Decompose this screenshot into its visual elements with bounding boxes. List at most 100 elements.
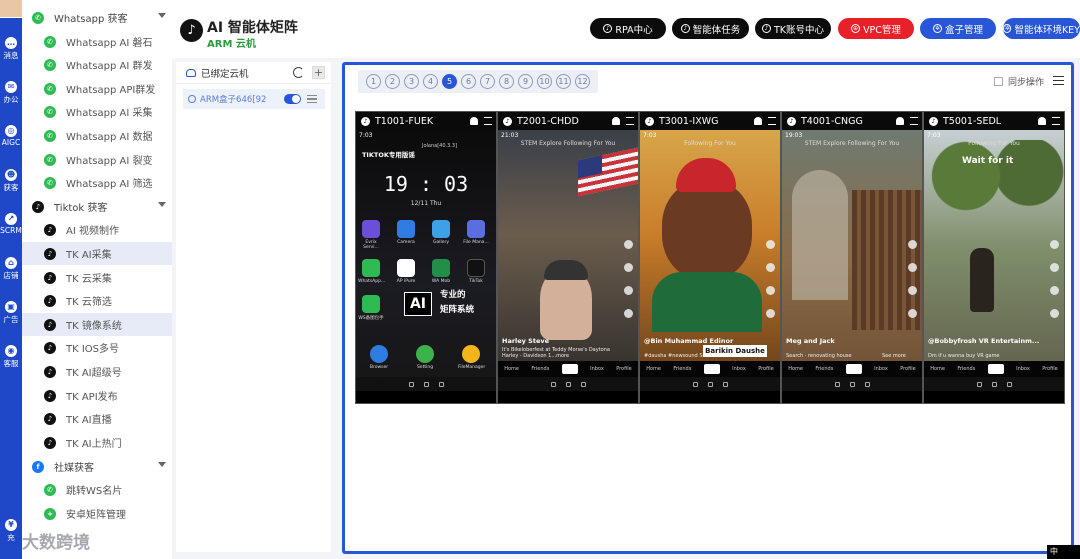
comment-icon[interactable] (766, 263, 775, 272)
menu-item-tk-8[interactable]: ♪ TK API发布 (22, 384, 172, 407)
back-icon[interactable] (834, 381, 840, 387)
menu-item-wa-2[interactable]: ✆ Whatsapp AI 群发 (22, 53, 172, 76)
back-icon[interactable] (550, 381, 556, 387)
home-icon[interactable] (423, 381, 429, 387)
menu-item-tk-10[interactable]: ♪ TK AI上热门 (22, 431, 172, 454)
app-whatsapp[interactable]: WhatsApp... (358, 259, 385, 284)
menu-item-tk-7[interactable]: ♪ TK AI超级号 (22, 360, 172, 383)
menu-item-wa-1[interactable]: ✆ Whatsapp AI 磐石 (22, 30, 172, 53)
rail-aigc[interactable]: ◎ AIGC (0, 125, 22, 147)
app-setting[interactable]: Setting (412, 345, 438, 370)
ime-indicator[interactable]: 中 (1047, 545, 1080, 559)
create-icon[interactable] (845, 364, 862, 374)
vpc-manage-button[interactable]: ⊕ VPC管理 (838, 18, 914, 39)
rail-office[interactable]: ✉ 办公 (0, 81, 22, 105)
rail-service[interactable]: ◉ 客服 (0, 345, 22, 369)
back-icon[interactable] (976, 381, 982, 387)
app-browser[interactable]: Browser (366, 345, 392, 370)
share-icon[interactable] (1050, 309, 1059, 318)
menu-item-wa-4[interactable]: ✆ Whatsapp AI 采集 (22, 100, 172, 123)
sync-checkbox[interactable] (994, 77, 1003, 86)
recents-icon[interactable] (864, 381, 870, 387)
share-icon[interactable] (908, 309, 917, 318)
menu-item-tk-4[interactable]: ♪ TK 云筛选 (22, 289, 172, 312)
back-icon[interactable] (408, 381, 414, 387)
like-icon[interactable] (766, 240, 775, 249)
like-icon[interactable] (624, 240, 633, 249)
page-5[interactable]: 5 (442, 74, 457, 89)
menu-item-tk-6[interactable]: ♪ TK IOS多号 (22, 336, 172, 359)
create-icon[interactable] (703, 364, 720, 374)
page-12[interactable]: 12 (575, 74, 590, 89)
menu-icon[interactable] (626, 117, 634, 125)
app-gallery[interactable]: Gallery (428, 220, 454, 245)
page-8[interactable]: 8 (499, 74, 514, 89)
page-1[interactable]: 1 (366, 74, 381, 89)
rail-recharge[interactable]: ¥ 充 (0, 519, 22, 543)
device-row[interactable]: ARM盒子646[92 (183, 89, 325, 109)
side-actions[interactable] (766, 240, 776, 332)
feed-tabs[interactable]: Following For You (640, 140, 780, 147)
list-view-icon[interactable] (1053, 76, 1064, 85)
rail-scrm[interactable]: ↗ SCRM (0, 213, 22, 235)
phone-screen[interactable]: 7:03 Following For You Wait for it @Bobb… (924, 130, 1064, 391)
menu-item-tk-3[interactable]: ♪ TK 云采集 (22, 266, 172, 289)
app-camera[interactable]: Camera (393, 220, 419, 245)
app-wa-mob[interactable]: WA Mob (428, 259, 454, 284)
app-file-manager[interactable]: File Mana... (463, 220, 489, 245)
side-actions[interactable] (908, 240, 918, 332)
phone-t2001[interactable]: ♪ T2001-CHDD 21:03 STEM Explore Following… (497, 111, 639, 404)
menu-item-tk-1[interactable]: ♪ AI 视频制作 (22, 218, 172, 241)
rail-messages[interactable]: … 消息 (0, 37, 22, 61)
app-tiktok[interactable]: TikTok (463, 259, 489, 284)
share-icon[interactable] (624, 309, 633, 318)
menu-item-wa-5[interactable]: ✆ Whatsapp AI 数据 (22, 124, 172, 147)
phone-screen[interactable]: 7:03 Following For You @Bin Muhammad Edi… (640, 130, 780, 391)
user-avatar[interactable] (0, 0, 22, 18)
menu-item-wa-7[interactable]: ✆ Whatsapp AI 筛选 (22, 171, 172, 194)
menu-item-tk-5[interactable]: ♪ TK 镜像系统 (22, 313, 172, 336)
home-icon[interactable] (991, 381, 997, 387)
recents-icon[interactable] (438, 381, 444, 387)
menu-icon[interactable] (1052, 117, 1060, 125)
share-icon[interactable] (766, 309, 775, 318)
feed-tabs[interactable]: Following For You (924, 140, 1064, 147)
like-icon[interactable] (908, 240, 917, 249)
app-filemanager-dock[interactable]: FileManager (458, 345, 485, 370)
comment-icon[interactable] (624, 263, 633, 272)
recents-icon[interactable] (722, 381, 728, 387)
rail-shop[interactable]: ⌂ 店铺 (0, 257, 22, 281)
recents-icon[interactable] (1006, 381, 1012, 387)
device-menu-icon[interactable] (307, 95, 317, 103)
page-11[interactable]: 11 (556, 74, 571, 89)
menu-item-tk-9[interactable]: ♪ TK AI直播 (22, 407, 172, 430)
rail-acquire[interactable]: ☻ 获客 (0, 169, 22, 193)
phone-t5001[interactable]: ♪ T5001-SEDL 7:03 Following For You Wait … (923, 111, 1065, 404)
agent-env-key-button[interactable]: ✲ 智能体环境KEY (1003, 18, 1080, 39)
app-evrix[interactable]: Evrix Servi... (358, 220, 384, 250)
menu-item-wa-3[interactable]: ✆ Whatsapp API群发 (22, 77, 172, 100)
bookmark-icon[interactable] (1050, 286, 1059, 295)
create-icon[interactable] (987, 364, 1004, 374)
menu-item-social-2[interactable]: + 安卓矩阵管理 (22, 502, 172, 525)
menu-icon[interactable] (484, 117, 492, 125)
page-6[interactable]: 6 (461, 74, 476, 89)
comment-icon[interactable] (1050, 263, 1059, 272)
bookmark-icon[interactable] (908, 286, 917, 295)
create-icon[interactable] (561, 364, 578, 374)
sync-operation[interactable]: 同步操作 (994, 75, 1044, 88)
page-7[interactable]: 7 (480, 74, 495, 89)
app-ws-tool[interactable]: WS备图包手 (358, 295, 384, 321)
back-icon[interactable] (692, 381, 698, 387)
menu-group-tiktok[interactable]: ♪ Tiktok 获客 (22, 195, 172, 218)
side-actions[interactable] (624, 240, 634, 332)
like-icon[interactable] (1050, 240, 1059, 249)
menu-item-tk-2[interactable]: ♪ TK AI采集 (22, 242, 172, 265)
page-2[interactable]: 2 (385, 74, 400, 89)
bookmark-icon[interactable] (624, 286, 633, 295)
video-author[interactable]: @Bobbyfrosh VR Entertainm... (928, 337, 1039, 345)
user-icon[interactable] (754, 117, 762, 125)
sound-card[interactable]: Barikin Daushe (703, 345, 767, 357)
phone-t4001[interactable]: ♪ T4001-CNGG 19:03 STEM Explore Following… (781, 111, 923, 404)
user-icon[interactable] (470, 117, 478, 125)
